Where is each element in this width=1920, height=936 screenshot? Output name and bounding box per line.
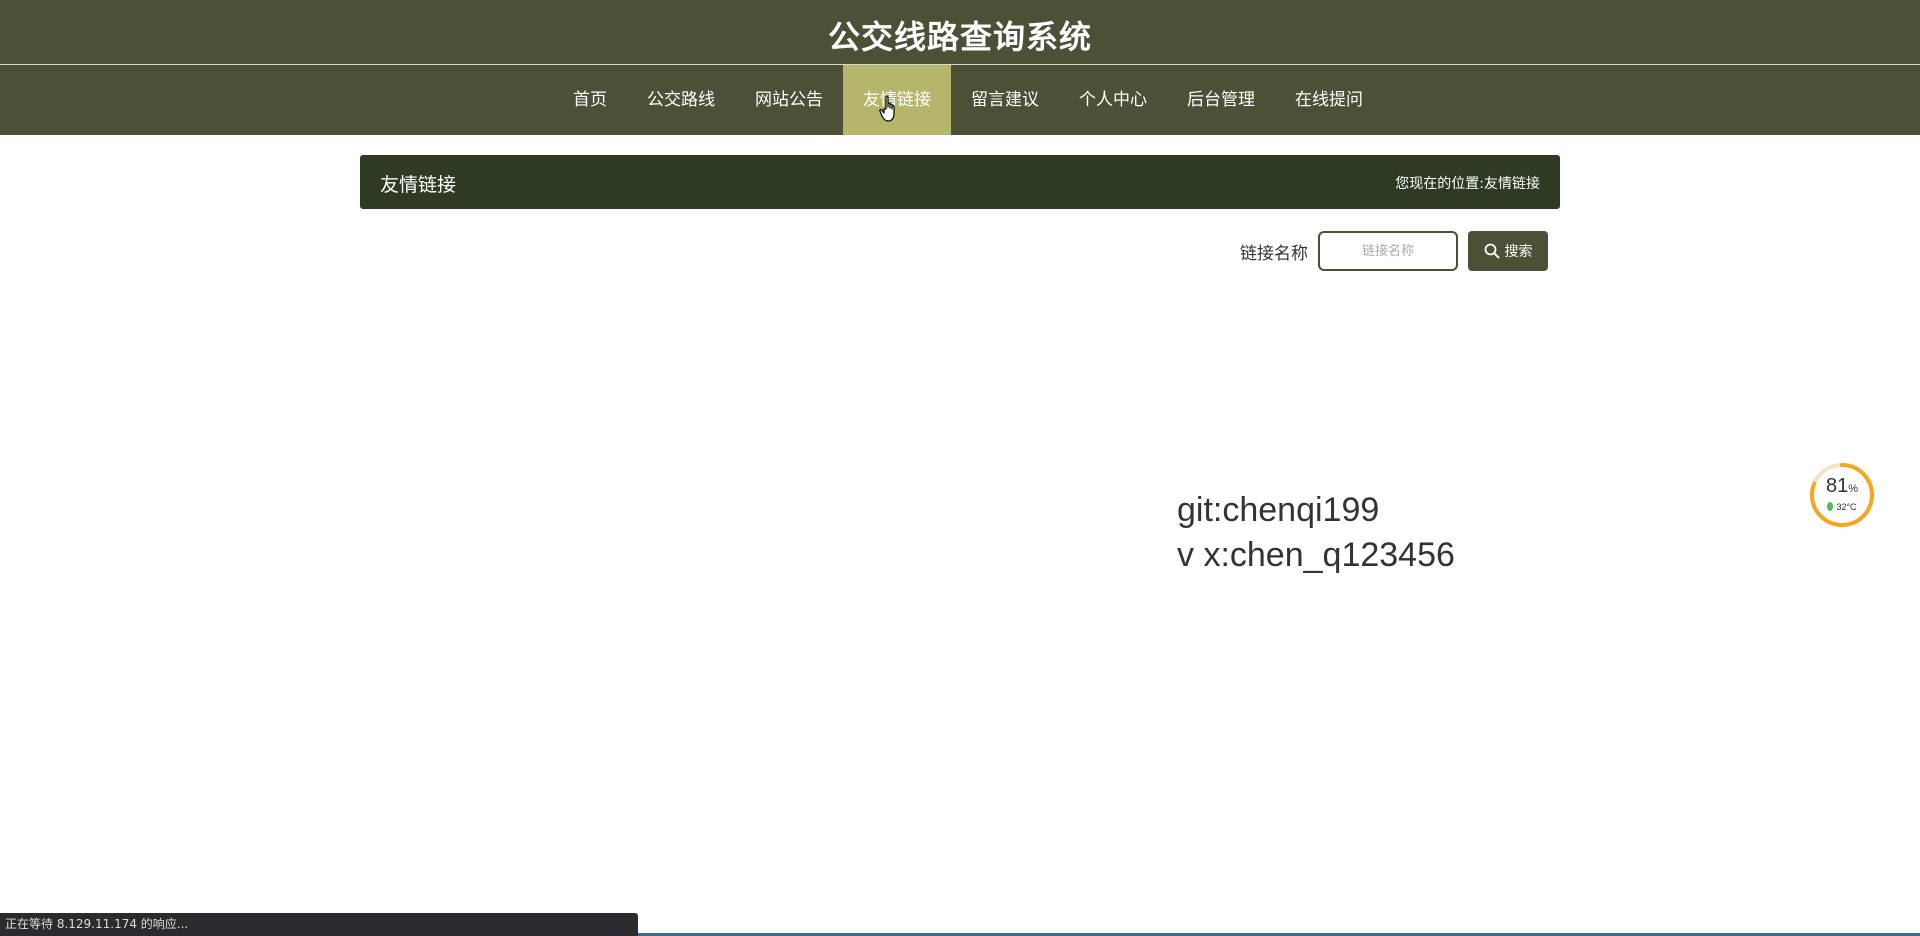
nav-item-bus-routes[interactable]: 公交路线 (627, 65, 735, 135)
browser-status-bar: 正在等待 8.129.11.174 的响应... (0, 913, 638, 936)
nav-item-admin[interactable]: 后台管理 (1167, 65, 1275, 135)
main-nav: 首页 公交路线 网站公告 友情链接 留言建议 个人中心 后台管理 在线提问 (0, 65, 1920, 135)
nav-item-feedback[interactable]: 留言建议 (951, 65, 1059, 135)
performance-gauge[interactable]: 81% 32°C (1809, 462, 1875, 528)
nav-item-profile[interactable]: 个人中心 (1059, 65, 1167, 135)
site-header: 公交线路查询系统 (0, 0, 1920, 65)
search-button[interactable]: 搜索 (1468, 231, 1548, 271)
breadcrumb-current[interactable]: 友情链接 (1484, 173, 1540, 193)
link-name-search-input[interactable] (1318, 231, 1458, 271)
watermark-line-wx: v x:chen_q123456 (1177, 536, 1455, 574)
nav-item-announcements[interactable]: 网站公告 (735, 65, 843, 135)
page-title-bar: 友情链接 您现在的位置: 友情链接 (360, 155, 1560, 209)
status-text: 正在等待 8.129.11.174 的响应... (5, 917, 189, 931)
watermark-text: git:chenqi199 v x:chen_q123456 (1177, 488, 1455, 578)
search-label: 链接名称 (1240, 243, 1308, 264)
nav-item-questions[interactable]: 在线提问 (1275, 65, 1383, 135)
leaf-icon (1827, 502, 1834, 511)
site-title: 公交线路查询系统 (827, 18, 1092, 56)
nav-item-home[interactable]: 首页 (553, 65, 627, 135)
page-title: 友情链接 (380, 174, 457, 196)
breadcrumb-prefix: 您现在的位置: (1395, 176, 1484, 192)
search-icon (1484, 243, 1499, 259)
search-button-label: 搜索 (1504, 244, 1533, 260)
gauge-temperature: 32°C (1809, 502, 1875, 512)
gauge-percent: 81% (1825, 475, 1859, 497)
hand-cursor-icon (879, 95, 895, 122)
watermark-line-git: git:chenqi199 (1177, 491, 1380, 529)
search-bar: 链接名称 搜索 (1240, 231, 1548, 271)
breadcrumb: 您现在的位置: 友情链接 (1395, 173, 1540, 193)
